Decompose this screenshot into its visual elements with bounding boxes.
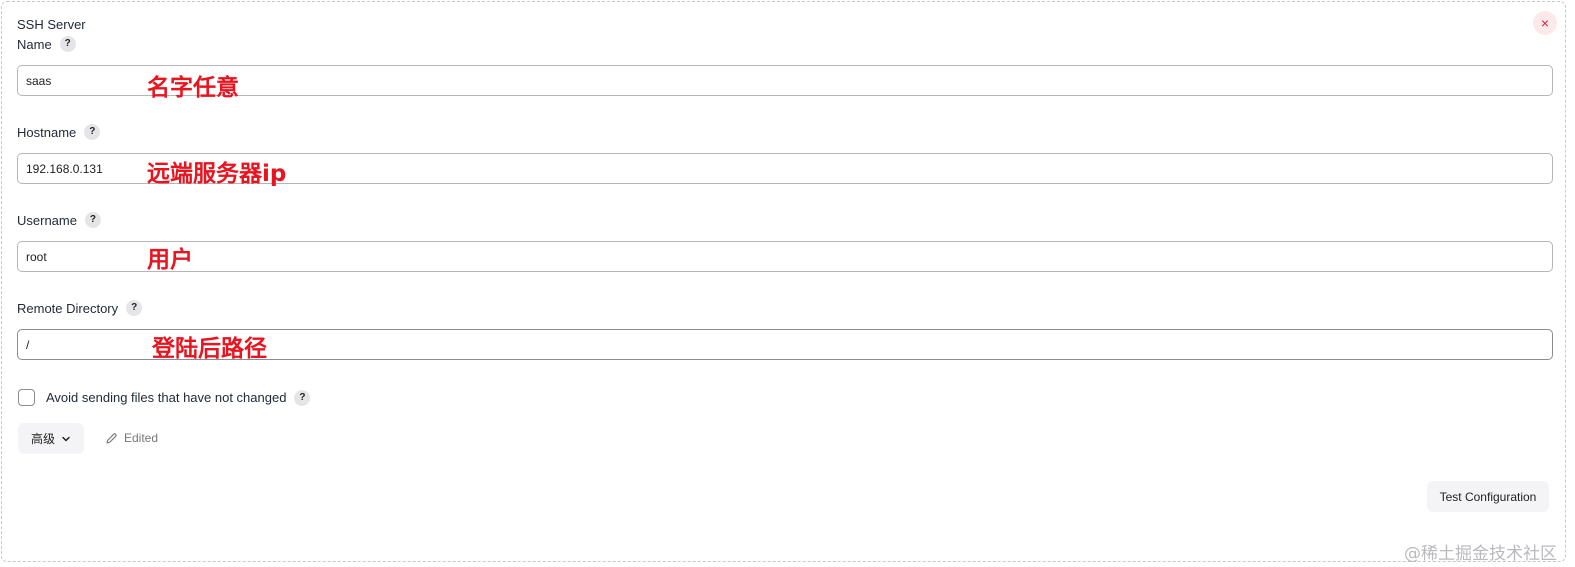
username-annotation: 用户 [147,247,193,273]
advanced-button[interactable]: 高级 [18,423,84,454]
hostname-label: Hostname [17,124,77,140]
remote-directory-annotation: 登陆后路径 [152,336,267,362]
remote-directory-help-icon[interactable]: ? [126,300,143,316]
hostname-help-icon[interactable]: ? [84,124,101,140]
remote-directory-label: Remote Directory [17,300,119,316]
ssh-server-panel: SSH Server × Name ? 名字任意 Hostname ? 远端服务… [1,1,1566,564]
avoid-sending-help-icon[interactable]: ? [294,389,311,406]
avoid-sending-checkbox[interactable] [18,389,35,406]
hostname-annotation: 远端服务器ip [147,161,287,187]
name-label-row: Name ? [17,36,76,52]
test-configuration-button[interactable]: Test Configuration [1427,481,1549,512]
advanced-label: 高级 [30,432,55,446]
username-label: Username [17,212,77,228]
avoid-sending-row: Avoid sending files that have not change… [18,389,311,406]
name-label: Name [17,36,52,52]
remote-directory-label-row: Remote Directory ? [17,300,143,316]
username-label-row: Username ? [17,212,101,228]
username-help-icon[interactable]: ? [84,212,101,228]
section-title: SSH Server [17,17,86,32]
edited-label: Edited [124,431,159,445]
pencil-icon [106,432,117,444]
close-icon: × [1540,15,1550,31]
avoid-sending-label[interactable]: Avoid sending files that have not change… [46,390,286,405]
username-input[interactable] [17,241,1553,272]
name-annotation: 名字任意 [147,75,239,101]
edited-indicator: Edited [105,431,158,445]
name-help-icon[interactable]: ? [59,36,76,52]
close-button[interactable]: × [1533,11,1557,35]
hostname-label-row: Hostname ? [17,124,101,140]
watermark: @稀土掘金技术社区 [1404,544,1557,564]
name-input[interactable] [17,65,1553,96]
chevron-down-icon [62,436,70,441]
